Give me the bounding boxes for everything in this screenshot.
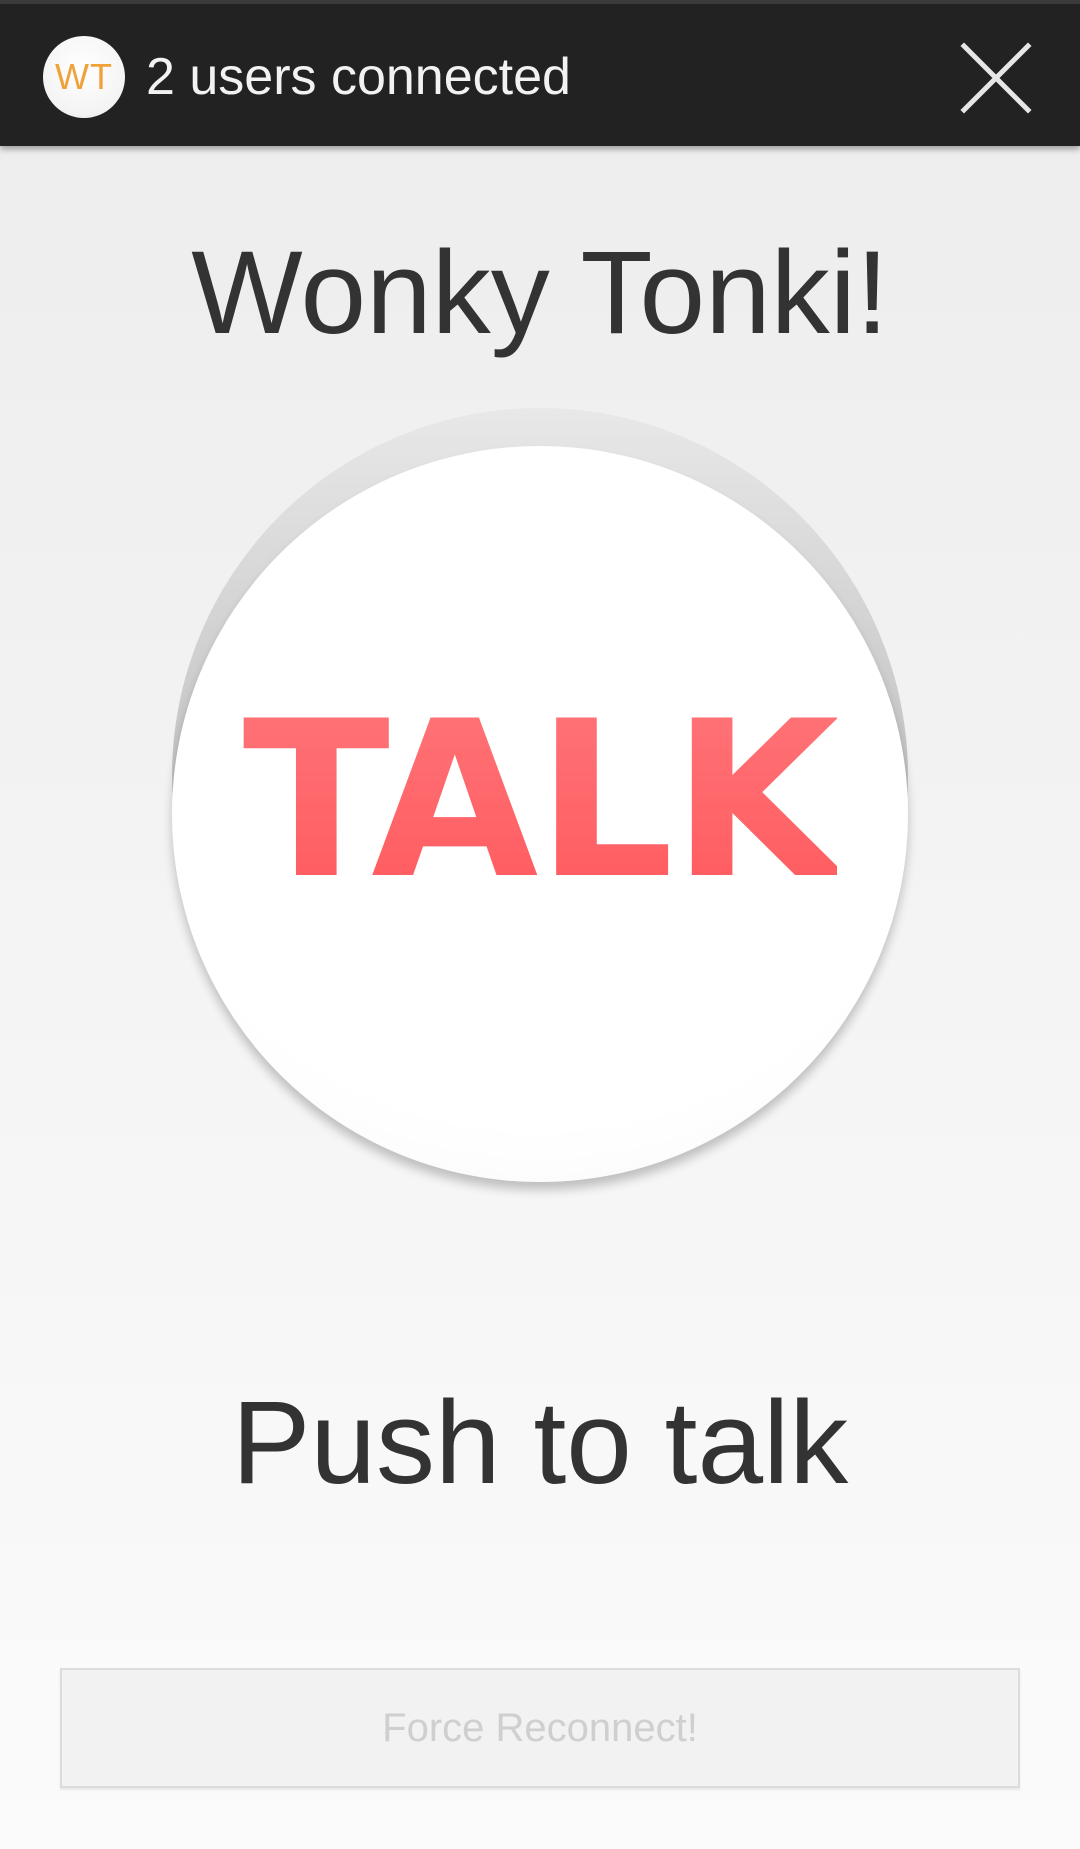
talk-button-container: TALK [172,408,908,1184]
talk-label: TALK [242,675,840,926]
push-to-talk-instruction: Push to talk [231,1377,849,1509]
top-bar: WT 2 users connected [0,0,1080,146]
app-logo: WT [43,36,125,118]
close-button[interactable] [958,40,1034,116]
app-logo-text: WT [55,56,113,97]
talk-button[interactable]: TALK [172,446,908,1182]
close-icon [960,42,1032,114]
force-reconnect-button[interactable]: Force Reconnect! [60,1668,1020,1788]
app-title: Wonky Tonki! [191,227,889,359]
connection-status: 2 users connected [146,48,571,106]
